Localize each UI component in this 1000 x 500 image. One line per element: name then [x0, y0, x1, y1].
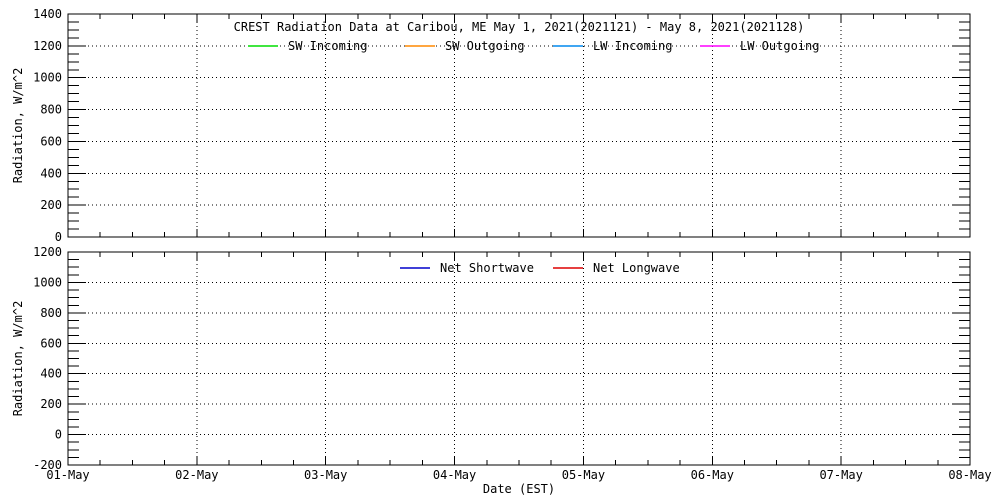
x-tick-label: 08-May [948, 468, 991, 482]
y-axis-label: Radiation, W/m^2 [11, 301, 25, 417]
y-tick-label: 600 [40, 134, 62, 148]
y-tick-label: 800 [40, 103, 62, 117]
legend-label: Net Longwave [593, 261, 680, 275]
y-tick-label: 600 [40, 336, 62, 350]
y-tick-label: 1200 [33, 39, 62, 53]
y-axis-label: Radiation, W/m^2 [11, 68, 25, 184]
radiation-chart-figure: 0 200 400 600 800 1000 1200 1400 Radiation, W/m^… [0, 0, 1000, 500]
chart-title: CREST Radiation Data at Caribou, ME May … [234, 20, 805, 34]
legend-label: LW Incoming [593, 39, 672, 53]
y-tick-label: 0 [55, 230, 62, 244]
y-tick-label: 0 [55, 428, 62, 442]
radiation-chart-canvas: 0 200 400 600 800 1000 1200 1400 Radiation, W/m^… [0, 0, 1000, 500]
x-axis-label: Date (EST) [483, 482, 555, 496]
y-tick-label: 1400 [33, 7, 62, 21]
y-tick-label: 1000 [33, 71, 62, 85]
x-tick-label: 01-May [46, 468, 89, 482]
y-tick-label: 800 [40, 306, 62, 320]
x-tick-label: 04-May [433, 468, 476, 482]
legend-label: SW Incoming [288, 39, 367, 53]
y-tick-label: 200 [40, 397, 62, 411]
x-tick-label: 02-May [175, 468, 218, 482]
x-tick-label: 05-May [562, 468, 605, 482]
y-tick-label: 200 [40, 198, 62, 212]
x-tick-label: 03-May [304, 468, 347, 482]
plot-box [68, 252, 970, 465]
y-tick-label: 1200 [33, 245, 62, 259]
y-tick-label: 1000 [33, 275, 62, 289]
legend-label: Net Shortwave [440, 261, 534, 275]
legend-label: SW Outgoing [445, 39, 524, 53]
y-tick-label: 400 [40, 367, 62, 381]
x-tick-label: 06-May [691, 468, 734, 482]
x-tick-label: 07-May [819, 468, 862, 482]
legend-label: LW Outgoing [740, 39, 819, 53]
y-tick-label: 400 [40, 166, 62, 180]
